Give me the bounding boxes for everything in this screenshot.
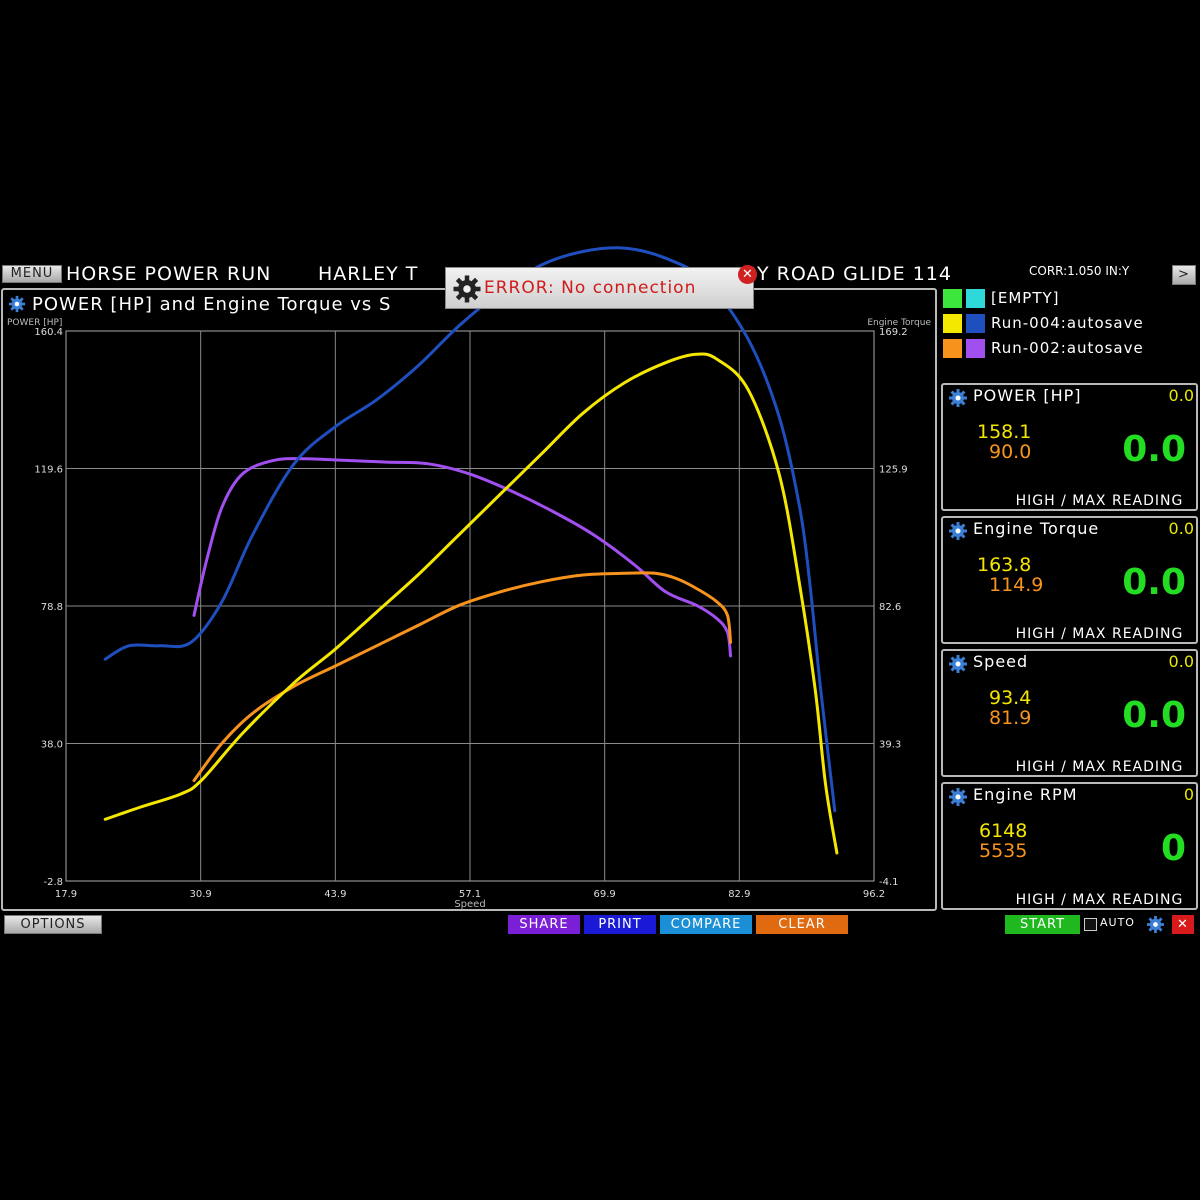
y-tick-label: 78.8 <box>41 602 63 613</box>
gauge-title: Speed <box>973 652 1029 671</box>
legend-swatch-power <box>943 314 962 333</box>
gauge-big-value: 0.0 <box>1122 562 1186 603</box>
run-title: HORSE POWER RUN <box>66 263 272 285</box>
x-tick-label: 57.1 <box>459 889 481 900</box>
gauge-panel: Engine Torque 0.0 163.8 114.9 0.0 HIGH / MAX … <box>941 516 1198 644</box>
gauge-max-reading: 90.0 <box>989 441 1032 463</box>
gauge-title: Engine Torque <box>973 519 1100 538</box>
x-tick-label: 30.9 <box>190 889 212 900</box>
gauge-big-value: 0 <box>1160 828 1186 869</box>
options-button[interactable]: OPTIONS <box>4 915 102 934</box>
gauge-panel: Engine RPM 0 6148 5535 0 HIGH / MAX READING <box>941 782 1198 910</box>
gauge-current-value: 0.0 <box>1168 652 1194 671</box>
error-close-icon[interactable]: ✕ <box>738 265 757 284</box>
gauge-max-reading: 5535 <box>979 840 1028 862</box>
y-tick-label: 160.4 <box>34 327 63 338</box>
print-button[interactable]: PRINT <box>584 915 656 934</box>
vehicle-title-left: HARLEY T <box>318 263 419 285</box>
chart-panel: POWER [HP] and Engine Torque vs S POWER … <box>1 246 937 911</box>
gauge-panel: POWER [HP] 0.0 158.1 90.0 0.0 HIGH / MAX READ… <box>941 383 1198 511</box>
error-gear-icon <box>453 275 481 303</box>
y-tick-label: 119.6 <box>34 465 63 476</box>
legend-label: Run-004:autosave <box>991 314 1144 332</box>
share-button[interactable]: SHARE <box>508 915 580 934</box>
gauge-high-reading: 158.1 <box>977 421 1032 443</box>
menu-button[interactable]: MENU <box>2 265 62 283</box>
footer-settings-gear-icon[interactable] <box>1146 915 1165 934</box>
legend-swatch-torque <box>966 314 985 333</box>
clear-button[interactable]: CLEAR <box>756 915 848 934</box>
gauge-title: Engine RPM <box>973 785 1078 804</box>
gauge-big-value: 0.0 <box>1122 429 1186 470</box>
gauge-settings-gear-icon[interactable] <box>948 787 967 806</box>
error-dialog: ERROR: No connection ✕ <box>445 265 757 309</box>
auto-label: AUTO <box>1100 916 1135 929</box>
gauge-settings-gear-icon[interactable] <box>948 654 967 673</box>
gauge-footer: HIGH / MAX READING <box>1015 759 1184 775</box>
x-tick-label: 69.9 <box>594 889 616 900</box>
start-button[interactable]: START <box>1005 915 1080 934</box>
gauge-footer: HIGH / MAX READING <box>1015 493 1184 509</box>
gauge-panel: Speed 0.0 93.4 81.9 0.0 HIGH / MAX READING <box>941 649 1198 777</box>
legend-label: Run-002:autosave <box>991 339 1144 357</box>
y2-tick-label: 39.3 <box>879 740 901 751</box>
dyno-app: MENU HORSE POWER RUN HARLEY T Y ROAD GLI… <box>0 246 1200 938</box>
gauge-current-value: 0.0 <box>1168 386 1194 405</box>
gauge-high-reading: 6148 <box>979 820 1028 842</box>
legend-label: [EMPTY] <box>991 289 1060 307</box>
x-tick-label: 43.9 <box>324 889 346 900</box>
series-line-power-hp- <box>192 571 733 783</box>
x-tick-label: 96.2 <box>863 889 885 900</box>
gauge-high-reading: 93.4 <box>989 687 1032 709</box>
y2-tick-label: 82.6 <box>879 602 901 613</box>
y2-tick-label: 125.9 <box>879 465 908 476</box>
gauge-max-reading: 81.9 <box>989 707 1032 729</box>
error-message: ERROR: No connection <box>484 278 697 298</box>
gauge-current-value: 0.0 <box>1168 519 1194 538</box>
y-tick-label: -2.8 <box>43 877 63 888</box>
legend-swatch-power <box>943 339 962 358</box>
y2-tick-label: 169.2 <box>879 327 908 338</box>
correction-readout: CORR:1.050 IN:Y <box>1029 264 1130 278</box>
close-button[interactable]: ✕ <box>1172 915 1194 934</box>
x-tick-label: 82.9 <box>728 889 750 900</box>
gauge-current-value: 0 <box>1183 785 1194 804</box>
gauge-title: POWER [HP] <box>973 386 1082 405</box>
gauge-high-reading: 163.8 <box>977 554 1032 576</box>
gauge-footer: HIGH / MAX READING <box>1015 892 1184 908</box>
gauge-settings-gear-icon[interactable] <box>948 388 967 407</box>
gauge-max-reading: 114.9 <box>989 574 1044 596</box>
legend-swatch-power <box>943 289 962 308</box>
legend-swatch-torque <box>966 289 985 308</box>
x-tick-label: 17.9 <box>55 889 77 900</box>
dyno-chart: POWER [HP] Engine Torque Speed 17.9 30.9 4… <box>7 246 931 910</box>
gauge-settings-gear-icon[interactable] <box>948 521 967 540</box>
y2-tick-label: -4.1 <box>879 877 899 888</box>
y-tick-label: 38.0 <box>41 740 63 751</box>
series-line-power-hp- <box>103 352 839 855</box>
gauge-footer: HIGH / MAX READING <box>1015 626 1184 642</box>
auto-checkbox[interactable] <box>1084 918 1097 931</box>
legend-swatch-torque <box>966 339 985 358</box>
x-axis-label: Speed <box>454 899 485 910</box>
series-line-engine-torque <box>192 457 733 658</box>
vehicle-title-right: Y ROAD GLIDE 114 <box>757 263 952 285</box>
gauge-big-value: 0.0 <box>1122 695 1186 736</box>
next-button[interactable]: > <box>1172 265 1196 285</box>
compare-button[interactable]: COMPARE <box>660 915 752 934</box>
